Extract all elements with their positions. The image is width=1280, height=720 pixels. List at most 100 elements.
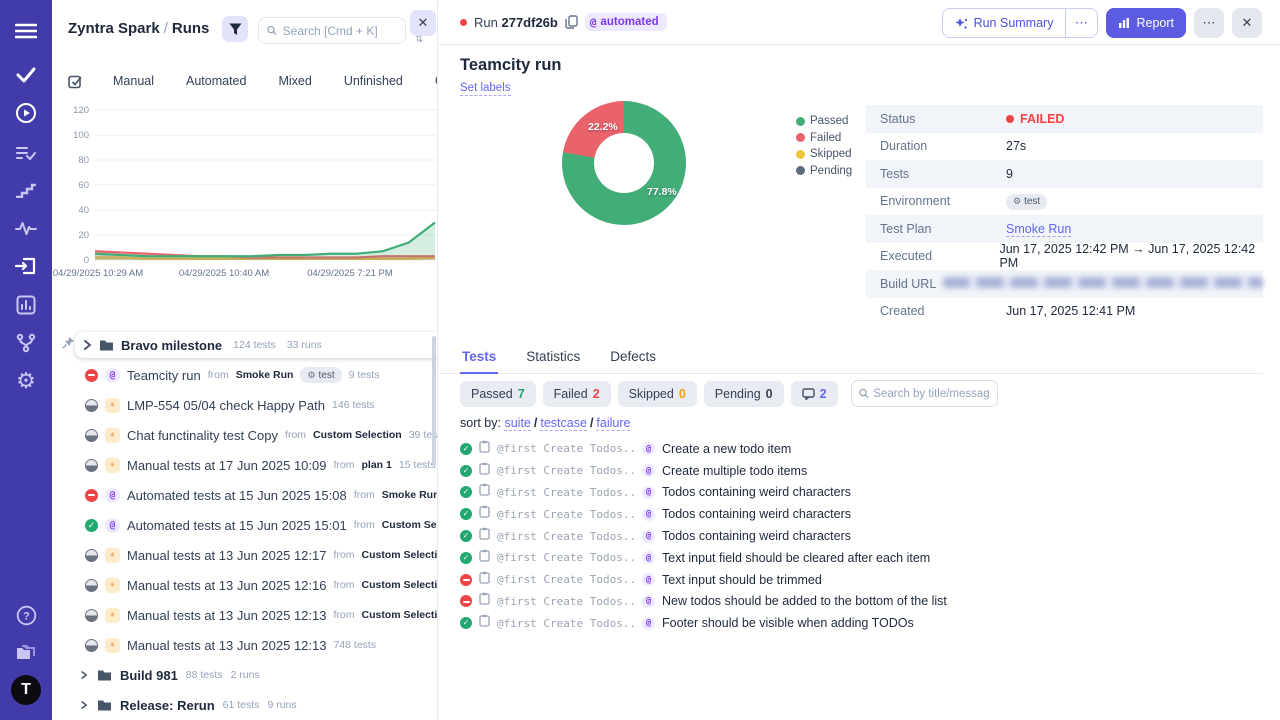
legend-item-skipped: Skipped (796, 146, 852, 163)
folder-list-item[interactable]: Release: Rerun 61 tests 9 runs (52, 690, 437, 720)
run-name: LMP-554 05/04 check Happy Path (127, 397, 326, 413)
filter-count: 0 (678, 386, 686, 401)
panel-close-button[interactable]: ✕ (410, 10, 436, 36)
test-list-item[interactable]: @first Create Todos... @ Text input field … (460, 547, 1260, 569)
sort-by-failure[interactable]: failure (596, 416, 631, 431)
filter-skipped-button[interactable]: Skipped 0 (617, 380, 697, 407)
donut-failed-label: 22.2% (588, 121, 618, 133)
sidebar: ⚙ ? T (0, 0, 52, 720)
report-button[interactable]: Report (1106, 8, 1186, 38)
set-labels-link[interactable]: Set labels (460, 82, 511, 96)
bar-chart-icon[interactable] (0, 290, 52, 320)
svg-text:04/29/2025 7:21 PM: 04/29/2025 7:21 PM (307, 268, 393, 279)
runs-tab-groups[interactable]: Groups (419, 68, 437, 94)
runs-scrollbar[interactable] (432, 336, 436, 466)
run-list-item[interactable]: ✳ Chat functinality test Copy from Custom S… (52, 420, 437, 450)
filter-failed-button[interactable]: Failed 2 (542, 380, 611, 407)
run-summary-more-button[interactable]: ⋯ (1065, 9, 1097, 37)
runs-tab-unfinished[interactable]: Unfinished (328, 68, 419, 94)
runs-tab-mixed[interactable]: Mixed (262, 68, 327, 94)
detail-label: Build URL (880, 276, 937, 291)
tests-search[interactable] (850, 380, 998, 407)
folder-list-item[interactable]: Build 981 88 tests 2 runs (52, 660, 437, 690)
sparkles-icon (955, 17, 967, 29)
test-title: New todos should be added to the bottom … (662, 594, 947, 609)
runs-tab-manual[interactable]: Manual (97, 68, 170, 94)
help-icon[interactable]: ? (0, 600, 52, 630)
settings-gear-icon[interactable]: ⚙ (0, 366, 52, 396)
list-check-icon[interactable] (0, 138, 52, 168)
test-list-item[interactable]: @first Create Todos... @ New todos should … (460, 591, 1260, 613)
runs-tab-automated[interactable]: Automated (170, 68, 262, 94)
sign-in-icon[interactable] (0, 251, 52, 281)
run-status-dot (460, 18, 467, 26)
comments-filter-button[interactable]: 2 (790, 380, 838, 407)
runs-search-input[interactable] (282, 23, 397, 38)
menu-icon[interactable] (0, 16, 52, 46)
automated-icon: @ (105, 487, 120, 503)
sort-by-label: sort by: (460, 416, 501, 430)
milestone-row[interactable]: Bravo milestone 124 tests 33 runs (75, 332, 437, 358)
test-list-item[interactable]: @first Create Todos... @ Create a new todo… (460, 438, 1260, 460)
tests-search-input[interactable] (873, 387, 990, 400)
run-list-item[interactable]: @ Automated tests at 15 Jun 2025 15:01 fro… (52, 510, 437, 540)
filter-button[interactable] (222, 16, 248, 42)
sort-separator: / (533, 416, 538, 430)
test-list-item[interactable]: @first Create Todos... @ Text input should… (460, 569, 1260, 591)
tests-check-icon[interactable] (0, 60, 52, 90)
close-detail-button[interactable]: ✕ (1232, 8, 1262, 38)
filter-passed-button[interactable]: Passed 7 (460, 380, 536, 407)
select-all-icon[interactable] (68, 74, 83, 89)
activity-pulse-icon[interactable] (0, 213, 52, 243)
run-list-item[interactable]: @ Teamcity run from Smoke Run ⚙ test 9 tests (52, 360, 437, 390)
runs-trend-chart[interactable]: 0 20 40 60 80 100 120 04/29/2025 10:29 AM 04/29/… (52, 98, 437, 288)
mixed-icon: ✳ (105, 547, 120, 563)
status-unfinished-icon (85, 548, 98, 562)
test-list-item[interactable]: @first Create Todos... @ Todos containing … (460, 482, 1260, 504)
chevron-right-icon[interactable] (83, 340, 92, 350)
breadcrumb-project[interactable]: Zyntra Spark (68, 20, 160, 37)
run-list-item[interactable]: ✳ Manual tests at 13 Jun 2025 12:13 from Cu… (52, 600, 437, 630)
run-summary-button[interactable]: Run Summary (943, 9, 1066, 37)
filter-count: 0 (765, 386, 773, 401)
detail-label: Tests (880, 166, 910, 181)
donut-chart[interactable] (562, 101, 686, 225)
test-list-item[interactable]: @first Create Todos... @ Footer should be … (460, 612, 1260, 634)
runs-play-icon[interactable] (0, 98, 52, 128)
test-list-item[interactable]: @first Create Todos... @ Create multiple t… (460, 460, 1260, 482)
gear-icon: ⚙ (307, 369, 316, 380)
tab-tests[interactable]: Tests (460, 345, 499, 374)
runs-search[interactable] (258, 17, 406, 44)
test-list-item[interactable]: @first Create Todos... @ Todos containing … (460, 503, 1260, 525)
detail-row-tests: Tests 9 (866, 160, 1263, 188)
steps-icon[interactable] (0, 175, 52, 205)
filter-pending-button[interactable]: Pending 0 (703, 380, 784, 407)
automated-icon: @ (642, 616, 655, 630)
run-list-item[interactable]: ✳ Manual tests at 13 Jun 2025 12:17 from Cu… (52, 540, 437, 570)
run-list-item[interactable]: @ Automated tests at 15 Jun 2025 15:08 fro… (52, 480, 437, 510)
automated-badge[interactable]: @ automated (584, 13, 667, 31)
test-list-item[interactable]: @first Create Todos... @ Todos containing … (460, 525, 1260, 547)
tab-statistics[interactable]: Statistics (524, 345, 582, 373)
run-name: Manual tests at 13 Jun 2025 12:13 (127, 607, 327, 623)
svg-text:?: ? (23, 610, 30, 622)
environment-pill: ⚙ test (1006, 193, 1048, 210)
detail-row-test-plan: Test Plan Smoke Run (866, 215, 1263, 243)
app-logo[interactable]: T (0, 675, 52, 705)
run-list-item[interactable]: ✳ LMP-554 05/04 check Happy Path 146 tests (52, 390, 437, 420)
projects-folders-icon[interactable] (0, 638, 52, 668)
copy-icon[interactable] (565, 15, 578, 29)
run-title: Teamcity run (460, 56, 562, 74)
chevron-right-icon[interactable] (80, 670, 89, 680)
chevron-right-icon[interactable] (80, 700, 89, 710)
run-list-item[interactable]: ✳ Manual tests at 17 Jun 2025 10:09 from pl… (52, 450, 437, 480)
run-list-item[interactable]: ✳ Manual tests at 13 Jun 2025 12:13 748 te… (52, 630, 437, 660)
test-plan-link[interactable]: Smoke Run (1006, 221, 1072, 237)
sort-by-suite[interactable]: suite (504, 416, 531, 431)
branch-icon[interactable] (0, 328, 52, 358)
sort-by-testcase[interactable]: testcase (540, 416, 587, 431)
run-list-item[interactable]: ✳ Manual tests at 13 Jun 2025 12:16 from Cu… (52, 570, 437, 600)
more-options-button[interactable]: ⋯ (1194, 8, 1224, 38)
tab-defects[interactable]: Defects (608, 345, 658, 373)
legend-item-failed: Failed (796, 130, 852, 147)
